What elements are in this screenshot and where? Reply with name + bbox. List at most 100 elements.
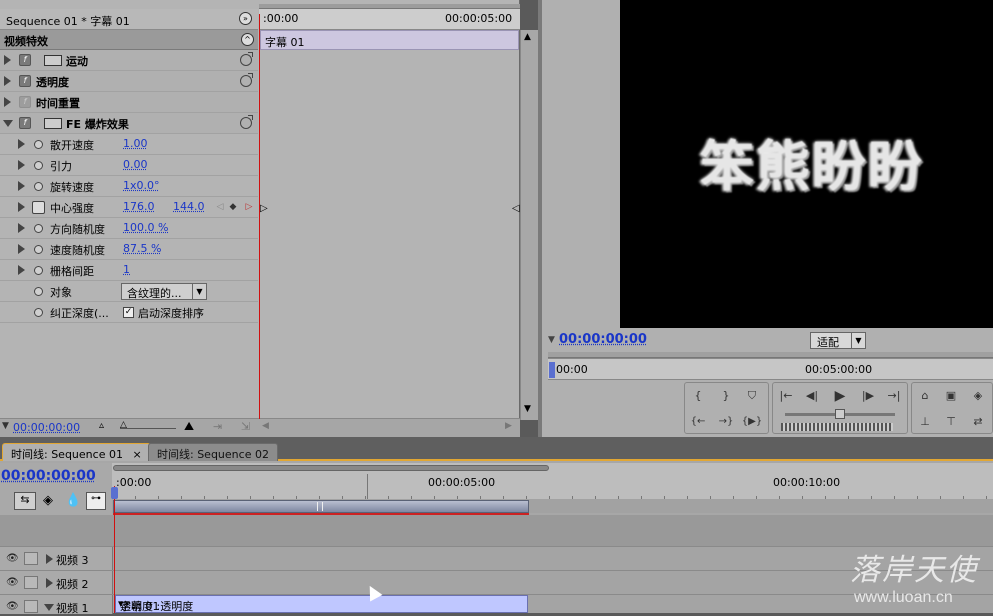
stopwatch-icon[interactable] [34, 245, 43, 254]
effect-row-opacity[interactable]: f 透明度 [0, 71, 258, 92]
timeline-zoom-bar[interactable] [113, 465, 549, 471]
extract-icon[interactable]: ⊤ [940, 412, 962, 432]
add-keyframe-icon[interactable]: ◆ [226, 200, 240, 214]
tab-sequence-01[interactable]: 时间线: Sequence 01 × [2, 443, 151, 461]
trim-icon[interactable]: ⇄ [967, 412, 989, 432]
stopwatch-icon[interactable] [34, 266, 43, 275]
param-value-x[interactable]: 176.0 [123, 200, 155, 213]
work-area-bar[interactable] [113, 500, 529, 513]
prev-keyframe-icon[interactable]: ◁ [213, 200, 227, 214]
reset-icon[interactable] [240, 117, 252, 129]
expand-icon[interactable] [4, 55, 11, 65]
collapse-icon[interactable] [44, 604, 54, 611]
safe-margins-icon[interactable]: ▣ [940, 386, 962, 406]
monitor-ruler[interactable]: 00:00 00:05:00:00 [548, 358, 993, 380]
chevron-down-icon[interactable]: ▼ [851, 333, 865, 348]
scroll-down-icon[interactable]: ▼ [524, 404, 531, 414]
eye-icon[interactable]: 👁 [6, 553, 19, 564]
expand-icon[interactable] [46, 578, 53, 588]
title-clip[interactable]: 字幕 01 透明度 :透明度 ▾ [115, 595, 528, 613]
param-value[interactable]: 87.5 % [123, 242, 161, 255]
effect-row-shatter[interactable]: f FE 爆炸效果 [0, 113, 258, 134]
collapse-up-button[interactable]: ^ [241, 33, 254, 46]
set-out-icon[interactable]: } [715, 386, 737, 406]
timeline-timecode[interactable]: 00:00:00:00 [1, 468, 96, 484]
stopwatch-icon[interactable] [34, 308, 43, 317]
track-video-2[interactable]: 👁 视频 2 [0, 570, 993, 594]
ec-time-ruler[interactable]: :00:00 00:00:05:00 [259, 9, 520, 30]
link-icon[interactable]: ⊶ [86, 492, 106, 510]
expand-icon[interactable] [18, 244, 25, 254]
monitor-timecode[interactable]: 00:00:00:00 [559, 332, 647, 347]
stopwatch-icon[interactable] [34, 287, 43, 296]
play-in-out-icon[interactable]: {▶} [741, 412, 763, 432]
set-marker-icon[interactable]: ⛉ [741, 386, 763, 406]
ec-scrollbar[interactable]: ▲ ▼ [520, 30, 538, 420]
go-to-out-icon[interactable]: →} [715, 412, 737, 432]
scroll-left-icon[interactable]: ◀ [262, 421, 269, 431]
ec-playhead[interactable] [259, 14, 260, 419]
lock-icon[interactable] [24, 600, 38, 613]
fx-toggle-icon[interactable]: f [19, 54, 31, 66]
param-row[interactable]: 速度随机度 87.5 % [0, 239, 258, 260]
zoom-fit-dropdown[interactable]: 适配 ▼ [810, 332, 866, 349]
reset-icon[interactable] [240, 54, 252, 66]
param-value[interactable]: 0.00 [123, 158, 148, 171]
shuttle-thumb[interactable] [835, 409, 845, 419]
expand-icon[interactable] [4, 76, 11, 86]
scroll-up-icon[interactable]: ▲ [524, 32, 531, 42]
expand-icon[interactable] [18, 139, 25, 149]
effect-row-time-remap[interactable]: f 时间重置 [0, 92, 258, 113]
effect-transform-icon[interactable] [44, 118, 62, 129]
lift-icon[interactable]: ⊥ [914, 412, 936, 432]
loop-icon[interactable]: ⌂ [914, 386, 936, 406]
ec-zoom-bar[interactable] [259, 4, 520, 9]
param-value-y[interactable]: 144.0 [173, 200, 205, 213]
param-row[interactable]: 纠正深度(... ✓ 启动深度排序 [0, 302, 258, 323]
expand-icon[interactable] [18, 265, 25, 275]
timeline-playhead[interactable] [114, 486, 115, 613]
next-keyframe-icon[interactable]: ▷ [242, 200, 256, 214]
work-area-grip[interactable] [317, 502, 323, 511]
lock-icon[interactable] [24, 552, 38, 565]
zoom-slider[interactable] [120, 428, 176, 429]
param-value[interactable]: 1 [123, 263, 130, 276]
stopwatch-active-icon[interactable] [32, 201, 45, 214]
expand-icon[interactable] [46, 554, 53, 564]
play-icon[interactable]: ▶ [829, 386, 851, 406]
tab-sequence-02[interactable]: 时间线: Sequence 02 [148, 443, 278, 461]
zoom-thumb[interactable]: △ [120, 420, 127, 430]
ec-footer-time[interactable]: 00:00:00:00 [13, 421, 80, 434]
go-to-in-icon[interactable]: {← [687, 412, 709, 432]
param-value[interactable]: 1x0.0° [123, 179, 160, 192]
zoom-in-icon[interactable]: ⛰ [184, 419, 194, 434]
effect-row-motion[interactable]: f 运动 [0, 50, 258, 71]
param-row[interactable]: 对象 含纹理的... ▼ [0, 281, 258, 302]
param-row[interactable]: 引力 0.00 [0, 155, 258, 176]
scroll-right-icon[interactable]: ▶ [505, 421, 512, 431]
reset-icon[interactable] [240, 75, 252, 87]
collapse-timeline-button[interactable]: » [239, 12, 252, 25]
timeline-ruler[interactable]: :00:00 00:00:05:00 00:00:10:00 [112, 463, 993, 499]
step-back-icon[interactable]: ◀| [801, 386, 823, 406]
panel-divider[interactable] [538, 0, 542, 437]
expand-icon[interactable] [18, 202, 25, 212]
param-row[interactable]: 散开速度 1.00 [0, 134, 258, 155]
eye-icon[interactable]: 👁 [6, 577, 19, 588]
fx-toggle-icon[interactable]: f [19, 75, 31, 87]
param-value[interactable]: 1.00 [123, 137, 148, 150]
expand-icon[interactable] [4, 97, 11, 107]
set-in-icon[interactable]: { [687, 386, 709, 406]
play-audio-icon[interactable]: ⇥ [213, 420, 222, 433]
lock-icon[interactable] [24, 576, 38, 589]
stopwatch-icon[interactable] [34, 224, 43, 233]
param-row[interactable]: 方向随机度 100.0 % [0, 218, 258, 239]
eye-icon[interactable]: 👁 [6, 601, 19, 612]
output-icon[interactable]: ◈ [967, 386, 989, 406]
stopwatch-icon[interactable] [34, 182, 43, 191]
effect-controls-tab[interactable]: Sequence 01 * 字幕 01 » [0, 9, 258, 30]
param-row[interactable]: 旋转速度 1x0.0° [0, 176, 258, 197]
jog-wheel[interactable] [781, 423, 893, 431]
object-dropdown[interactable]: 含纹理的... ▼ [121, 283, 207, 300]
zoom-out-icon[interactable]: ▵ [99, 420, 104, 431]
